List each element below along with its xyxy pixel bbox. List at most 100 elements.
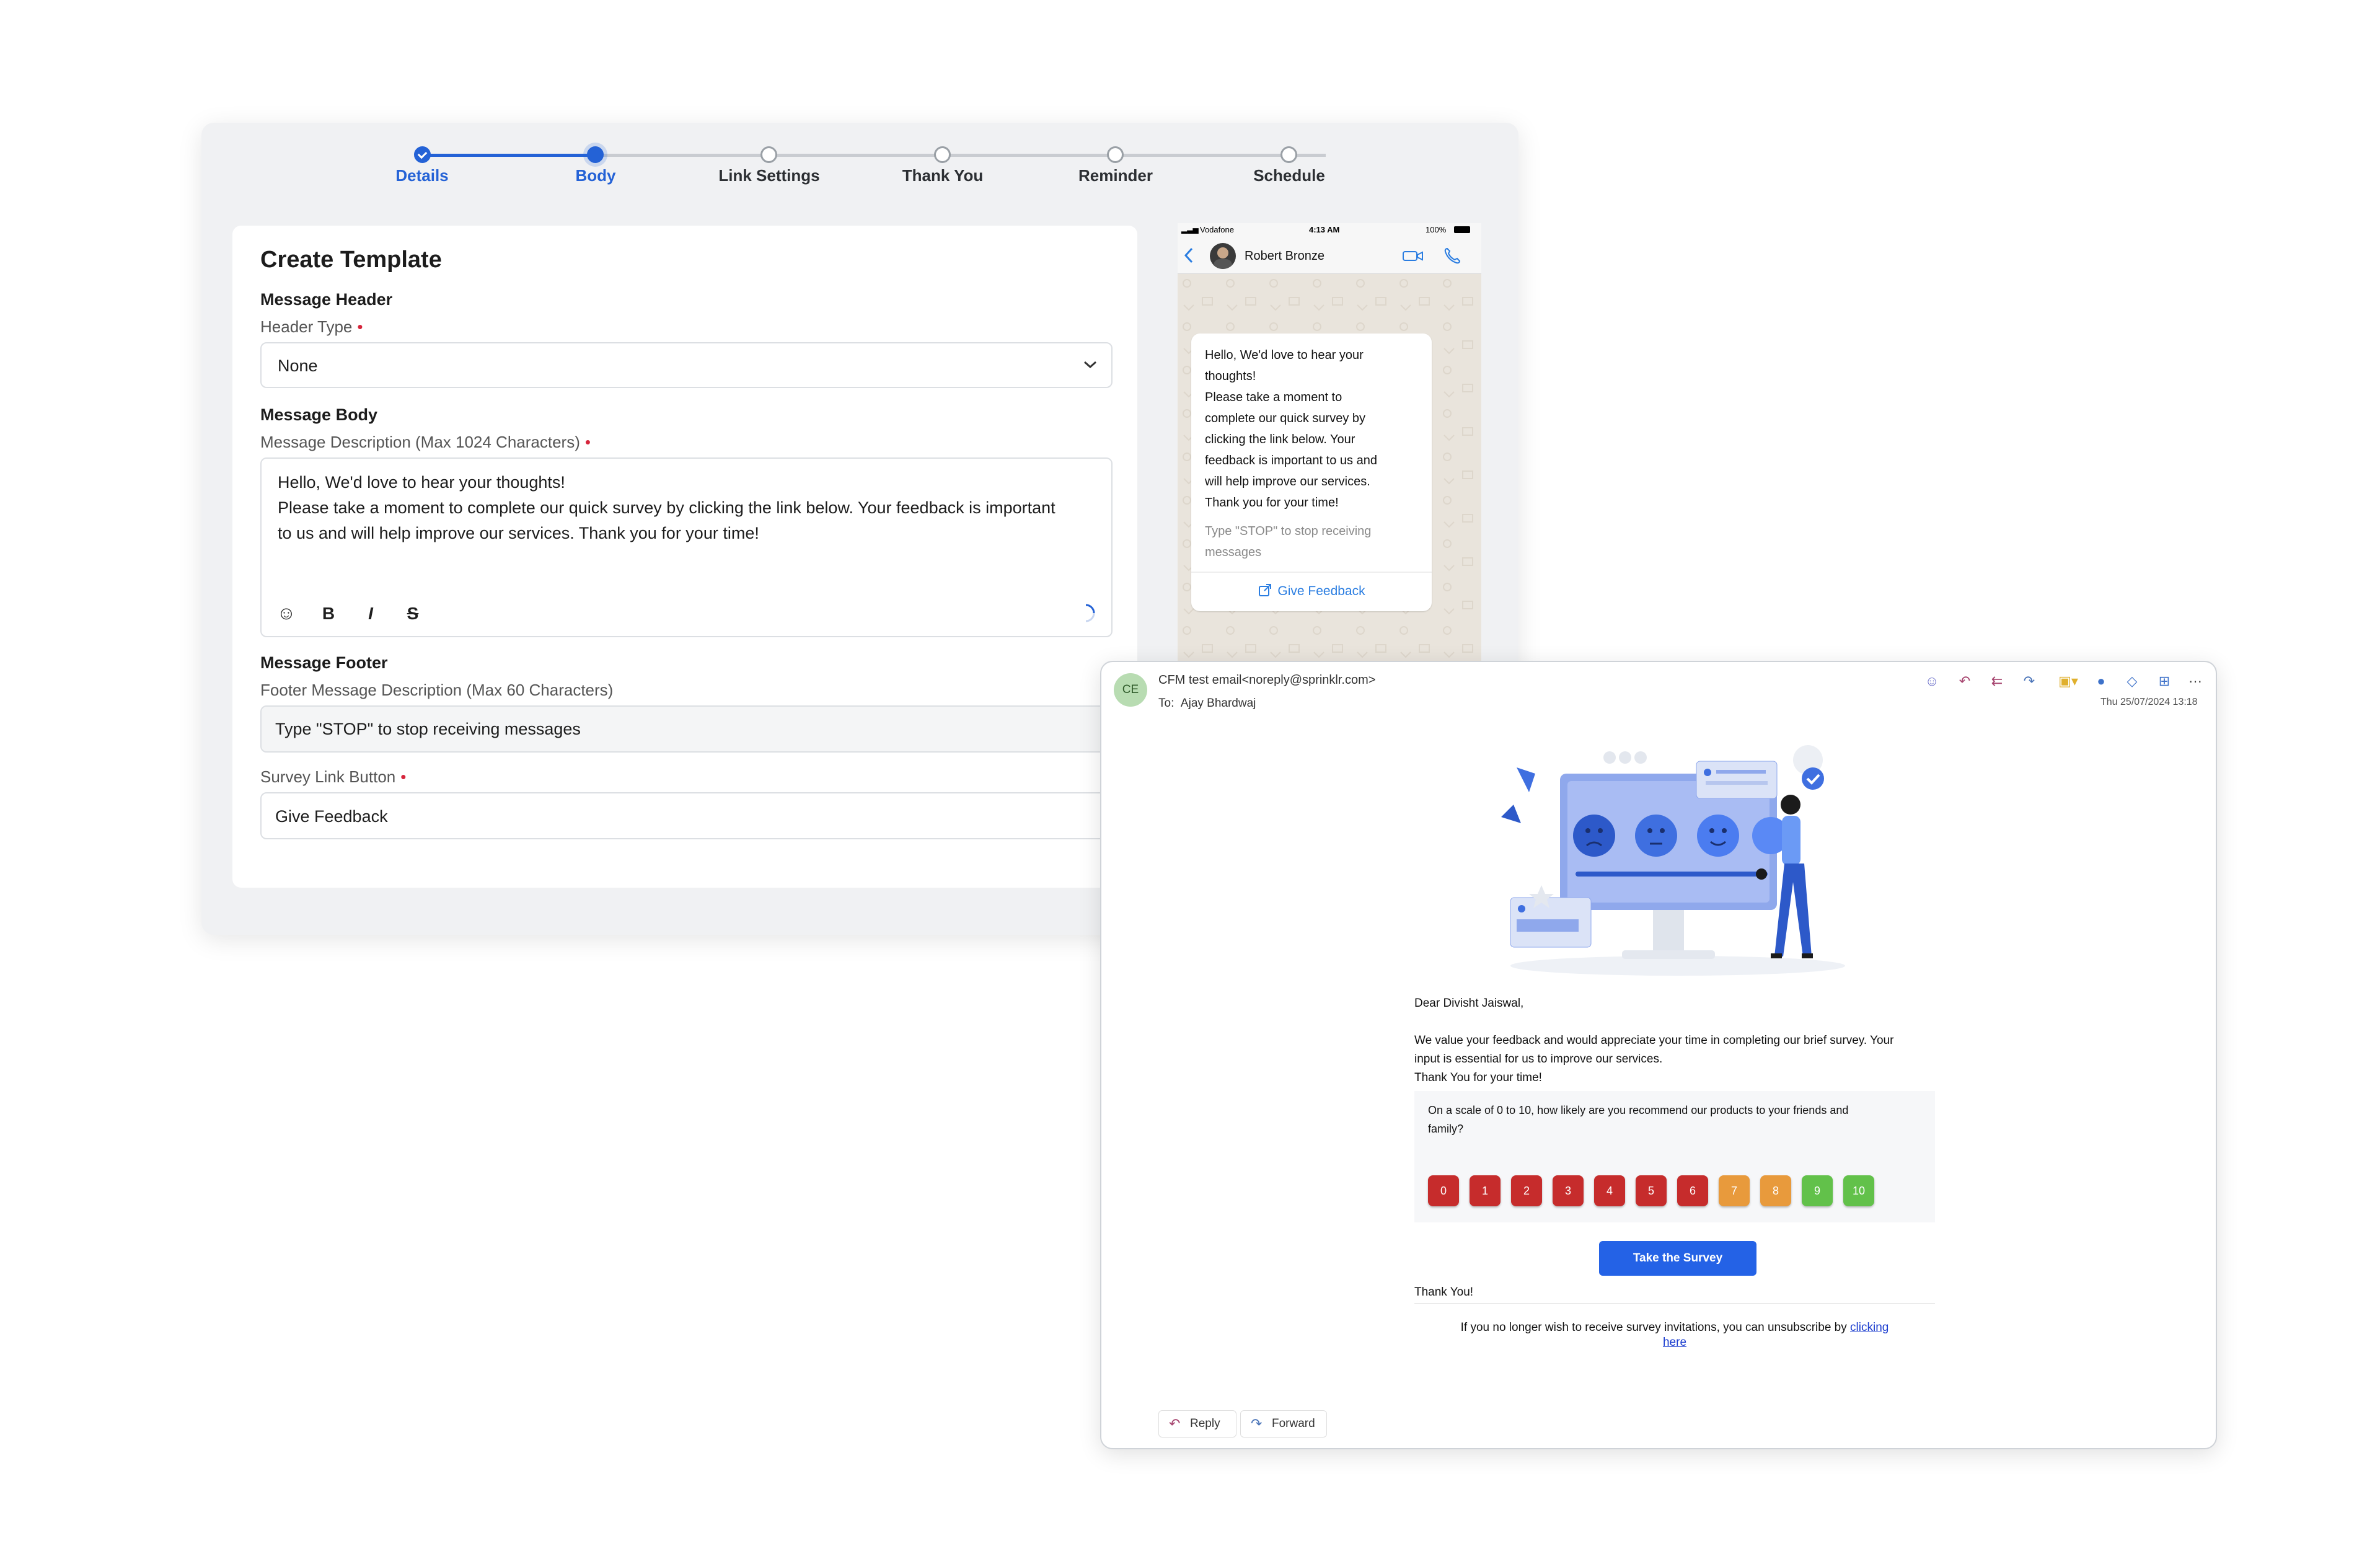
email-divider (1414, 1303, 1935, 1304)
step-label-details[interactable]: Details (348, 166, 496, 185)
survey-question-line: family? (1428, 1123, 1464, 1135)
unsubscribe-text: If you no longer wish to receive survey … (1460, 1321, 1847, 1334)
message-description-editor[interactable]: Hello, We'd love to hear your thoughts! … (260, 457, 1113, 637)
step-label-body[interactable]: Body (521, 166, 670, 185)
step-dot-details[interactable] (414, 146, 431, 163)
survey-question-panel: On a scale of 0 to 10, how likely are yo… (1414, 1091, 1935, 1222)
feedback-illustration (1501, 745, 1845, 976)
message-header-section-title: Message Header (260, 290, 393, 309)
email-to-name[interactable]: Ajay Bhardwaj (1181, 697, 1256, 710)
reply-icon[interactable]: ↶ (1957, 673, 1973, 689)
message-description-line: to us and will help improve our services… (278, 524, 759, 542)
step-dot-schedule[interactable] (1280, 146, 1297, 163)
required-mark: • (400, 767, 407, 786)
step-label-reminder[interactable]: Reminder (1041, 166, 1190, 185)
bubble-footer-line: messages (1205, 546, 1262, 559)
sender-avatar[interactable]: CE (1114, 673, 1147, 707)
score-button-3[interactable]: 3 (1553, 1175, 1584, 1206)
unsubscribe-note: If you no longer wish to receive survey … (1414, 1320, 1935, 1350)
unsubscribe-link[interactable]: here (1663, 1336, 1686, 1349)
survey-link-button-field[interactable]: Give Feedback (260, 792, 1113, 839)
footer-description-field[interactable]: Type "STOP" to stop receiving messages (260, 705, 1113, 753)
give-feedback-link-button[interactable]: Give Feedback (1191, 573, 1432, 610)
forward-icon[interactable]: ↷ (2021, 673, 2037, 689)
step-dot-reminder[interactable] (1107, 146, 1124, 163)
score-button-7[interactable]: 7 (1719, 1175, 1750, 1206)
chevron-down-icon (1084, 361, 1096, 369)
form-panel: Create Template Message Header Header Ty… (232, 226, 1137, 888)
step-label-thank-you[interactable]: Thank You (868, 166, 1017, 185)
forward-button[interactable]: ↷ Forward (1240, 1410, 1327, 1438)
bubble-footer-line: Type "STOP" to stop receiving (1205, 524, 1372, 538)
header-type-select[interactable]: None (260, 342, 1113, 388)
bubble-line: feedback is important to us and (1205, 454, 1377, 467)
external-link-icon (1259, 584, 1272, 596)
email-to-label: To: (1158, 697, 1175, 710)
italic-button[interactable]: I (358, 601, 383, 626)
emoji-icon[interactable]: ☺ (274, 601, 299, 626)
step-dot-link-settings[interactable] (760, 146, 777, 163)
message-description-text[interactable]: Hello, We'd love to hear your thoughts! … (278, 470, 1056, 546)
step-label-link-settings[interactable]: Link Settings (695, 166, 844, 185)
reply-button[interactable]: ↶ Reply (1158, 1410, 1236, 1438)
bubble-line: thoughts! (1205, 369, 1256, 383)
forward-icon: ↷ (1251, 1416, 1263, 1431)
tag-icon[interactable]: ◇ (2124, 673, 2140, 689)
survey-link-button-value: Give Feedback (275, 807, 388, 826)
settings-dot-icon[interactable]: ● (2093, 673, 2109, 689)
unsubscribe-link[interactable]: clicking (1850, 1321, 1889, 1334)
contact-avatar[interactable] (1210, 243, 1236, 269)
take-survey-button[interactable]: Take the Survey (1599, 1241, 1756, 1276)
message-description-label-text: Message Description (Max 1024 Characters… (260, 433, 580, 451)
bubble-line: will help improve our services. (1205, 475, 1370, 488)
score-button-4[interactable]: 4 (1594, 1175, 1625, 1206)
footer-description-value: Type "STOP" to stop receiving messages (275, 720, 581, 738)
bold-button[interactable]: B (316, 601, 341, 626)
email-body-line: input is essential for us to improve our… (1414, 1053, 1663, 1066)
strikethrough-button[interactable]: S (400, 601, 425, 626)
bubble-line: Hello, We'd love to hear your (1205, 348, 1364, 362)
avatar-face (1217, 247, 1228, 258)
email-from[interactable]: CFM test email<noreply@sprinklr.com> (1158, 673, 1375, 687)
back-arrow-icon[interactable] (1183, 247, 1195, 264)
reply-all-icon[interactable]: ⇇ (1989, 673, 2005, 689)
contact-name[interactable]: Robert Bronze (1245, 249, 1324, 263)
whatsapp-preview: ▂▃▅ Vodafone 4:13 AM 100% Robert Bronze … (1178, 223, 1481, 663)
email-thanks: Thank You! (1414, 1286, 1474, 1299)
email-greeting: Dear Divisht Jaiswal, (1414, 997, 1524, 1010)
bubble-line: clicking the link below. Your (1205, 433, 1355, 446)
phone-call-icon[interactable] (1443, 247, 1461, 265)
score-button-9[interactable]: 9 (1802, 1175, 1833, 1206)
header-type-label: Header Type • (260, 317, 363, 337)
email-body-line: We value your feedback and would appreci… (1414, 1034, 1894, 1047)
step-dot-body[interactable] (587, 146, 604, 163)
chat-header: Robert Bronze (1178, 237, 1481, 274)
score-button-0[interactable]: 0 (1428, 1175, 1459, 1206)
score-button-5[interactable]: 5 (1636, 1175, 1667, 1206)
score-button-2[interactable]: 2 (1511, 1175, 1542, 1206)
video-call-icon[interactable] (1402, 249, 1424, 263)
avatar-shoulders (1214, 259, 1232, 269)
progress-stepper: Details Body Link Settings Thank You Rem… (201, 123, 1518, 197)
survey-link-button-label: Survey Link Button • (260, 767, 406, 787)
battery-icon (1454, 226, 1470, 233)
bubble-line: Thank you for your time! (1205, 496, 1339, 510)
check-icon (417, 149, 428, 159)
score-button-10[interactable]: 10 (1843, 1175, 1874, 1206)
score-button-8[interactable]: 8 (1760, 1175, 1791, 1206)
step-label-schedule[interactable]: Schedule (1215, 166, 1364, 185)
loading-spinner-icon (1085, 604, 1095, 622)
email-body: We value your feedback and would appreci… (1414, 1031, 1893, 1087)
more-options-icon[interactable]: ··· (2187, 673, 2203, 689)
score-button-6[interactable]: 6 (1677, 1175, 1708, 1206)
bubble-line: complete our quick survey by (1205, 412, 1366, 425)
apps-dropdown-icon[interactable]: ▣▾ (2056, 673, 2081, 689)
grid-icon[interactable]: ⊞ (2156, 673, 2172, 689)
email-date: Thu 25/07/2024 13:18 (2100, 697, 2198, 707)
header-type-value: None (278, 356, 318, 375)
emoji-react-icon[interactable]: ☺ (1924, 673, 1940, 689)
bubble-body: Hello, We'd love to hear your thoughts! … (1205, 345, 1377, 513)
survey-question-line: On a scale of 0 to 10, how likely are yo… (1428, 1104, 1849, 1116)
step-dot-thank-you[interactable] (934, 146, 951, 163)
score-button-1[interactable]: 1 (1470, 1175, 1501, 1206)
